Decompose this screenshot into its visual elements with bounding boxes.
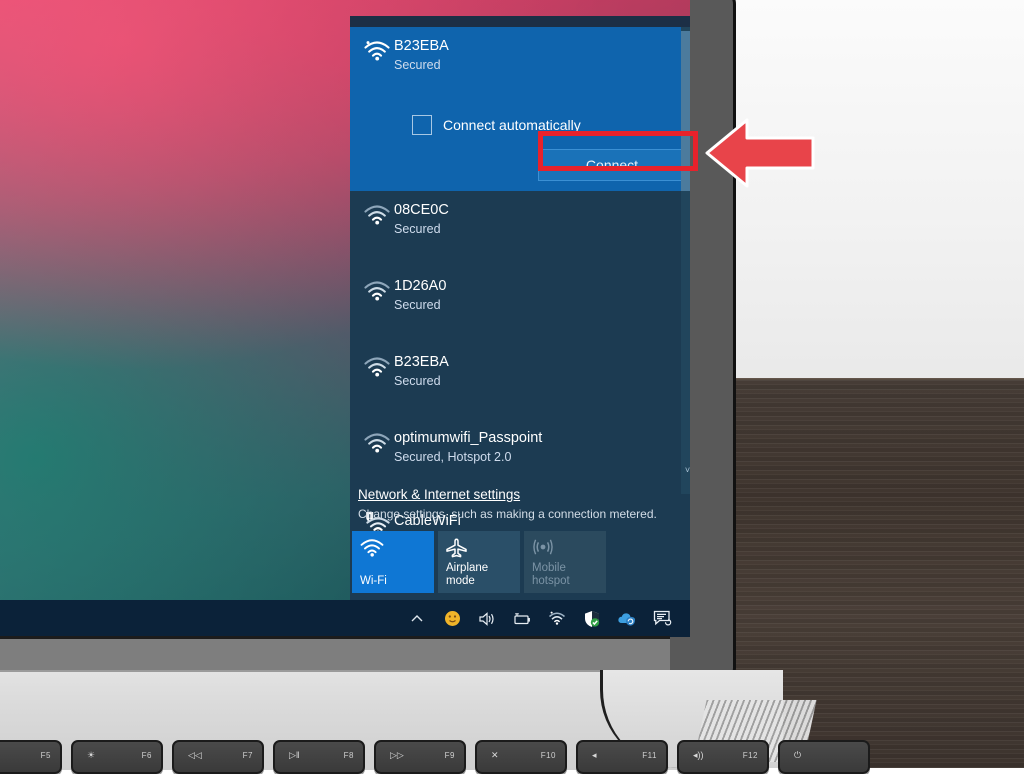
key-label: F6 — [141, 751, 152, 760]
tile-label: Mobile hotspot — [532, 562, 570, 587]
connect-automatically-checkbox[interactable] — [412, 115, 432, 135]
scene-root: B23EBA Secured Connect automatically Con… — [0, 0, 1024, 774]
wifi-icon — [364, 201, 394, 226]
key-label: F11 — [642, 751, 657, 760]
key-label: F8 — [343, 751, 354, 760]
network-name: 08CE0C — [394, 202, 449, 218]
selected-network-row: B23EBA Secured — [350, 27, 682, 74]
key-f8[interactable]: ▷‖ F8 — [273, 740, 365, 774]
wifi-icon[interactable] — [547, 609, 567, 629]
key-label: F7 — [242, 751, 253, 760]
key-glyph: ⏻ — [794, 750, 802, 760]
wifi-icon — [360, 538, 426, 558]
wifi-icon — [364, 353, 394, 378]
left-arrow-annotation — [703, 116, 817, 190]
airplane-icon — [446, 538, 512, 558]
network-name: B23EBA — [394, 354, 449, 370]
list-item-texts: 08CE0C Secured — [394, 201, 449, 238]
network-status: Secured — [394, 58, 441, 72]
key-glyph: ◂)) — [693, 750, 704, 760]
key-f6[interactable]: ☀ F6 — [71, 740, 163, 774]
quick-action-tiles[interactable]: Wi-Fi Airplane mode Mobile hotspot — [352, 531, 606, 593]
key-label: F9 — [444, 751, 455, 760]
list-item[interactable]: optimumwifi_Passpoint Secured, Hotspot 2… — [350, 419, 682, 495]
tile-label: Wi-Fi — [360, 575, 387, 587]
network-status: Secured, Hotspot 2.0 — [394, 450, 512, 464]
list-item[interactable]: 1D26A0 Secured — [350, 267, 682, 343]
laptop-screen: B23EBA Secured Connect automatically Con… — [0, 0, 690, 637]
list-item-texts: optimumwifi_Passpoint Secured, Hotspot 2… — [394, 429, 542, 466]
wifi-icon — [364, 429, 394, 454]
key-label: F12 — [742, 751, 758, 760]
defender-shield-icon[interactable] — [582, 609, 602, 629]
taskbar[interactable] — [0, 600, 690, 637]
hotspot-icon — [532, 538, 598, 556]
list-item[interactable]: 08CE0C Secured — [350, 191, 682, 267]
list-item-texts: 1D26A0 Secured — [394, 277, 446, 314]
key-f9[interactable]: ▷▷ F9 — [374, 740, 466, 774]
action-center-icon[interactable] — [652, 609, 672, 629]
key-glyph: ◁◁ — [188, 750, 202, 760]
battery-icon[interactable] — [512, 609, 532, 629]
key-glyph: ✕ — [491, 750, 499, 760]
key-label: F5 — [40, 751, 51, 760]
key-power[interactable]: ⏻ — [778, 740, 870, 774]
flyout-header-strip — [350, 16, 690, 27]
function-key-row[interactable]: ☀F5 ☀F6 ◁◁F7 ▷‖F8 ▷▷F9 ✕F10 ◂F11 ◂))F12 … — [0, 740, 870, 774]
network-status: Secured — [394, 222, 441, 236]
wifi-icon — [364, 37, 394, 62]
selected-network-texts: B23EBA Secured — [394, 37, 449, 74]
key-glyph: ▷‖ — [289, 750, 300, 760]
key-f10[interactable]: ✕ F10 — [475, 740, 567, 774]
scroll-down-arrow[interactable]: ˅ — [681, 462, 690, 478]
key-glyph: ▷▷ — [390, 750, 404, 760]
network-settings-description: Change settings, such as making a connec… — [358, 507, 657, 521]
key-glyph: ◂ — [592, 750, 597, 760]
key-f12[interactable]: ◂)) F12 — [677, 740, 769, 774]
system-tray[interactable] — [407, 600, 672, 637]
network-status: Secured — [394, 298, 441, 312]
network-internet-settings-link[interactable]: Network & Internet settings — [358, 487, 520, 502]
key-label: F10 — [540, 751, 556, 760]
tile-mobile-hotspot[interactable]: Mobile hotspot — [524, 531, 606, 593]
list-item[interactable]: B23EBA Secured — [350, 343, 682, 419]
sync-cloud-icon[interactable] — [617, 609, 637, 629]
key-f5[interactable]: ☀F5 — [0, 740, 62, 774]
tile-label: Airplane mode — [446, 562, 489, 587]
list-item-texts: B23EBA Secured — [394, 353, 449, 390]
tile-airplane-mode[interactable]: Airplane mode — [438, 531, 520, 593]
volume-icon[interactable] — [477, 609, 497, 629]
key-glyph: ☀ — [87, 750, 96, 760]
network-name: optimumwifi_Passpoint — [394, 430, 543, 446]
network-status: Secured — [394, 374, 441, 388]
connect-button-highlight — [538, 131, 698, 171]
tile-wifi[interactable]: Wi-Fi — [352, 531, 434, 593]
key-f11[interactable]: ◂ F11 — [576, 740, 668, 774]
network-name: 1D26A0 — [394, 278, 447, 294]
key-f7[interactable]: ◁◁ F7 — [172, 740, 264, 774]
chevron-up-icon[interactable] — [407, 609, 427, 629]
status-circle-icon[interactable] — [442, 609, 462, 629]
background-wall — [690, 0, 1024, 390]
network-name: B23EBA — [394, 38, 449, 54]
wifi-icon — [364, 277, 394, 302]
